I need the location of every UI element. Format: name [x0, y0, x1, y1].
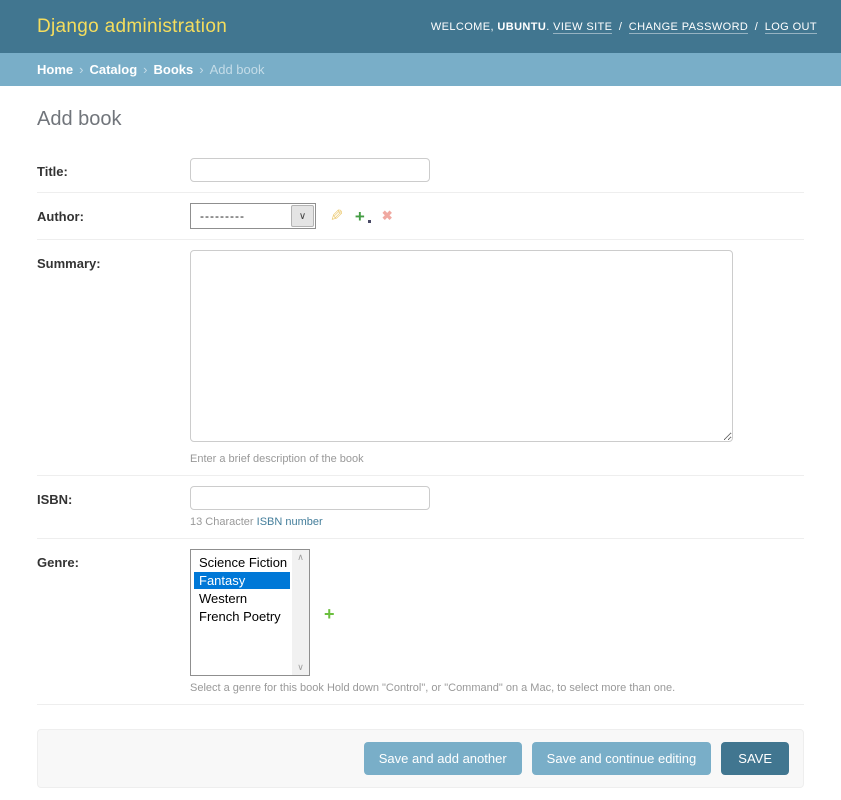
save-button[interactable]: SAVE — [721, 742, 789, 775]
breadcrumb-books[interactable]: Books — [153, 62, 193, 77]
form-row-title: Title: — [37, 147, 804, 193]
title-input[interactable] — [190, 158, 430, 182]
isbn-help-prefix: 13 Character — [190, 516, 257, 528]
isbn-input[interactable] — [190, 486, 430, 510]
breadcrumb-current: Add book — [210, 62, 265, 77]
form-row-isbn: ISBN: 13 Character ISBN number — [37, 476, 804, 539]
isbn-help-text: 13 Character ISBN number — [190, 516, 804, 528]
log-out-link[interactable]: LOG OUT — [765, 21, 817, 34]
summary-label: Summary: — [37, 250, 190, 271]
genre-label: Genre: — [37, 549, 190, 570]
site-branding[interactable]: Django administration — [37, 16, 227, 38]
delete-author-icon[interactable]: ✖ — [382, 208, 393, 224]
breadcrumb: Home › Catalog › Books › Add book — [0, 53, 841, 86]
author-label: Author: — [37, 203, 190, 224]
link-separator: / — [619, 21, 622, 33]
submit-row: Save and add another Save and continue e… — [37, 729, 804, 788]
scroll-up-icon[interactable]: ∧ — [297, 552, 304, 563]
genre-help-text: Select a genre for this book Hold down "… — [190, 682, 804, 694]
breadcrumb-separator: › — [143, 62, 147, 77]
author-select[interactable]: --------- ∨ — [190, 203, 316, 229]
form-row-summary: Summary: Enter a brief description of th… — [37, 240, 804, 476]
scroll-down-icon[interactable]: ∨ — [297, 662, 304, 673]
page-title: Add book — [37, 108, 804, 131]
form-row-author: Author: --------- ∨ ✎ + ✖ — [37, 193, 804, 240]
dot-artifact — [368, 220, 371, 223]
welcome-suffix: . — [546, 21, 549, 33]
breadcrumb-separator: › — [199, 62, 203, 77]
edit-author-icon[interactable]: ✎ — [330, 206, 343, 226]
isbn-number-link[interactable]: ISBN number — [257, 516, 323, 528]
genre-option[interactable]: Science Fiction — [194, 554, 290, 571]
view-site-link[interactable]: VIEW SITE — [553, 21, 612, 34]
user-tools: WELCOME, UBUNTU. VIEW SITE / CHANGE PASS… — [431, 21, 817, 33]
genre-option[interactable]: Fantasy — [194, 572, 290, 589]
chevron-down-icon[interactable]: ∨ — [291, 205, 314, 227]
genre-option[interactable]: French Poetry — [194, 608, 290, 625]
change-password-link[interactable]: CHANGE PASSWORD — [629, 21, 748, 34]
add-author-icon[interactable]: + — [355, 208, 365, 225]
author-selected-option: --------- — [191, 204, 290, 228]
genre-listbox[interactable]: Science Fiction Fantasy Western French P… — [190, 549, 310, 676]
genre-options: Science Fiction Fantasy Western French P… — [191, 550, 292, 675]
header: Django administration WELCOME, UBUNTU. V… — [0, 0, 841, 53]
breadcrumb-catalog[interactable]: Catalog — [89, 62, 137, 77]
save-and-add-another-button[interactable]: Save and add another — [364, 742, 522, 775]
isbn-label: ISBN: — [37, 486, 190, 507]
content: Add book Title: Author: --------- ∨ ✎ + … — [0, 108, 841, 788]
genre-scrollbar[interactable]: ∧ ∨ — [292, 550, 309, 675]
welcome-text: WELCOME, — [431, 21, 494, 33]
summary-textarea[interactable] — [190, 250, 733, 442]
genre-option[interactable]: Western — [194, 590, 290, 607]
form-row-genre: Genre: Science Fiction Fantasy Western F… — [37, 539, 804, 705]
add-genre-icon[interactable]: + — [324, 605, 335, 623]
save-and-continue-editing-button[interactable]: Save and continue editing — [532, 742, 712, 775]
breadcrumb-separator: › — [79, 62, 83, 77]
title-label: Title: — [37, 158, 190, 179]
summary-help-text: Enter a brief description of the book — [190, 453, 804, 465]
username: UBUNTU — [497, 21, 546, 33]
breadcrumb-home[interactable]: Home — [37, 62, 73, 77]
link-separator: / — [755, 21, 758, 33]
